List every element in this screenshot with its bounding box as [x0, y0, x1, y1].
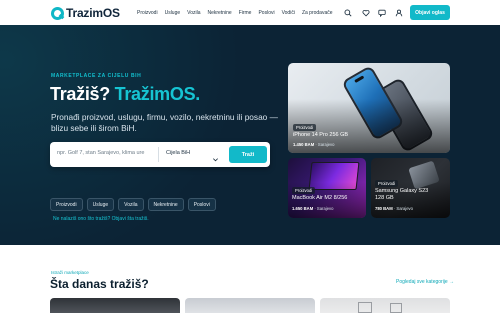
chip-poslovi[interactable]: Poslovi [187, 198, 216, 211]
listing-price: 1.450 BAM [293, 142, 315, 147]
category-chips: Proizvodi Usluge Vozila Nekretnine Poslo… [50, 198, 216, 211]
logo[interactable]: TrazimOS [51, 6, 120, 20]
hero-eyebrow: MARKETPLACE ZA CIJELU BIH [51, 73, 142, 79]
listing-card-samsung[interactable]: Proizvodi Samsung Galaxy S23 128 GB 780 … [371, 158, 450, 218]
category-tile[interactable] [50, 298, 180, 313]
listing-location: Sarajevo [316, 206, 334, 211]
category-badge: Proizvodi [293, 124, 317, 131]
user-icon[interactable] [394, 8, 403, 17]
logo-search-icon [51, 6, 64, 20]
top-header: TrazimOS Proizvodi Usluge Vozila Nekretn… [0, 0, 500, 25]
listing-meta: 1.650 BAM · Sarajevo [292, 206, 334, 211]
search-input[interactable]: npr. Golf 7, stan Sarajevo, klima ure [57, 150, 157, 156]
chip-vozila[interactable]: Vozila [118, 198, 144, 211]
chip-nekretnine[interactable]: Nekretnine [147, 198, 184, 211]
category-badge: Proizvodi [375, 180, 399, 187]
nav-item-firme[interactable]: Firme [239, 10, 252, 16]
listing-location: Sarajevo [317, 142, 335, 147]
search-icon[interactable] [343, 8, 352, 17]
search-button[interactable]: Traži [229, 146, 267, 163]
location-select[interactable]: Cijela BiH [166, 150, 190, 156]
hero-subtitle: Pronađi proizvod, uslugu, firmu, vozilo,… [51, 112, 278, 133]
category-badge: Proizvodi [292, 187, 316, 194]
listing-meta: 780 BAM · Sarajevo [375, 206, 413, 211]
hero-title-brand: TražimOS. [114, 84, 201, 104]
category-tile[interactable] [320, 298, 450, 313]
section-eyebrow: Istraži marketplace [51, 270, 89, 275]
listing-card-iphone[interactable]: Proizvodi iPhone 14 Pro 256 GB 1.450 BAM… [288, 63, 450, 153]
chip-proizvodi[interactable]: Proizvodi [50, 198, 83, 211]
listing-card-macbook[interactable]: Proizvodi MacBook Air M2 8/256 1.650 BAM… [288, 158, 366, 218]
listing-price: 1.650 BAM [292, 206, 314, 211]
post-request-link[interactable]: Ne nalaziš ono što tražiš? Objavi šta tr… [53, 216, 149, 222]
main-nav: Proizvodi Usluge Vozila Nekretnine Firme… [137, 10, 333, 16]
category-tile[interactable] [185, 298, 315, 313]
nav-item-vozila[interactable]: Vozila [187, 10, 200, 16]
heart-icon[interactable] [361, 8, 370, 17]
hero-title: Tražiš? TražimOS. [50, 84, 200, 105]
section-title: Šta danas tražiš? [50, 277, 149, 291]
hero-title-part1: Tražiš? [50, 84, 110, 104]
nav-item-usluge[interactable]: Usluge [165, 10, 181, 16]
chevron-down-icon[interactable] [212, 150, 219, 162]
listing-meta: 1.450 BAM · Sarajevo [293, 142, 335, 147]
listing-title: Samsung Galaxy S23 128 GB [375, 188, 429, 201]
listing-location: Sarajevo [396, 206, 413, 211]
listing-price: 780 BAM [375, 206, 393, 211]
nav-item-vodici[interactable]: Vodiči [282, 10, 295, 16]
chat-icon[interactable] [377, 8, 386, 17]
search-bar: npr. Golf 7, stan Sarajevo, klima ure Ci… [50, 142, 270, 167]
nav-item-poslovi[interactable]: Poslovi [258, 10, 274, 16]
nav-item-proizvodi[interactable]: Proizvodi [137, 10, 158, 16]
chip-usluge[interactable]: Usluge [86, 198, 115, 211]
search-divider [158, 147, 159, 162]
listing-title: MacBook Air M2 8/256 [292, 195, 348, 201]
listing-title: iPhone 14 Pro 256 GB [293, 132, 349, 138]
nav-item-za-prodavace[interactable]: Za prodavače [302, 10, 333, 16]
all-categories-link[interactable]: Pogledaj sve kategorije → [396, 279, 454, 285]
post-ad-button[interactable]: Objavi oglas [410, 5, 450, 20]
nav-item-nekretnine[interactable]: Nekretnine [208, 10, 232, 16]
logo-text: TrazimOS [66, 6, 120, 20]
